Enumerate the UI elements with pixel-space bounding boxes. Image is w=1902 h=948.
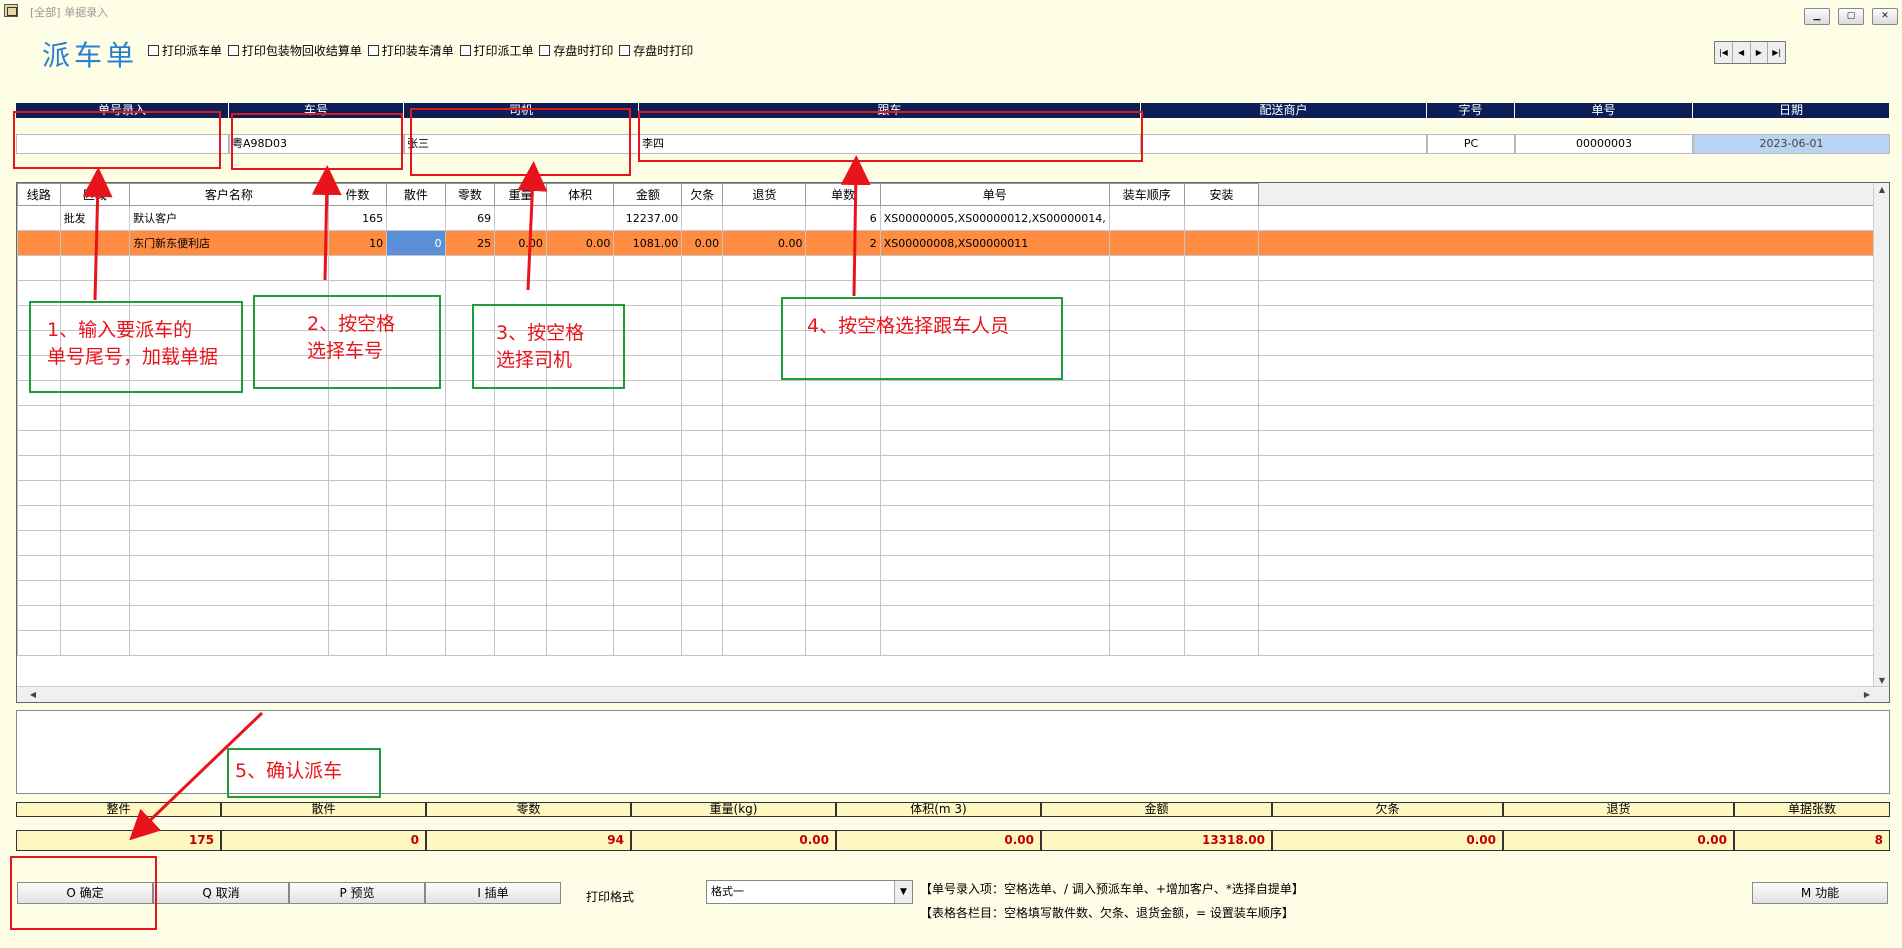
annotation-step1: 1、输入要派车的 单号尾号，加载单据 (29, 301, 243, 393)
arrow-step4 (840, 155, 871, 297)
annotation-step2: 2、按空格 选择车号 (253, 295, 441, 389)
annotation-step4: 4、按空格选择跟车人员 (781, 297, 1063, 380)
annotation-step3: 3、按空格 选择司机 (472, 304, 625, 389)
annotation-step5: 5、确认派车 (227, 748, 381, 798)
arrow-step2 (311, 165, 342, 281)
arrow-step3 (517, 161, 548, 291)
arrow-step1 (82, 167, 113, 301)
annotation-arrows (82, 155, 871, 841)
